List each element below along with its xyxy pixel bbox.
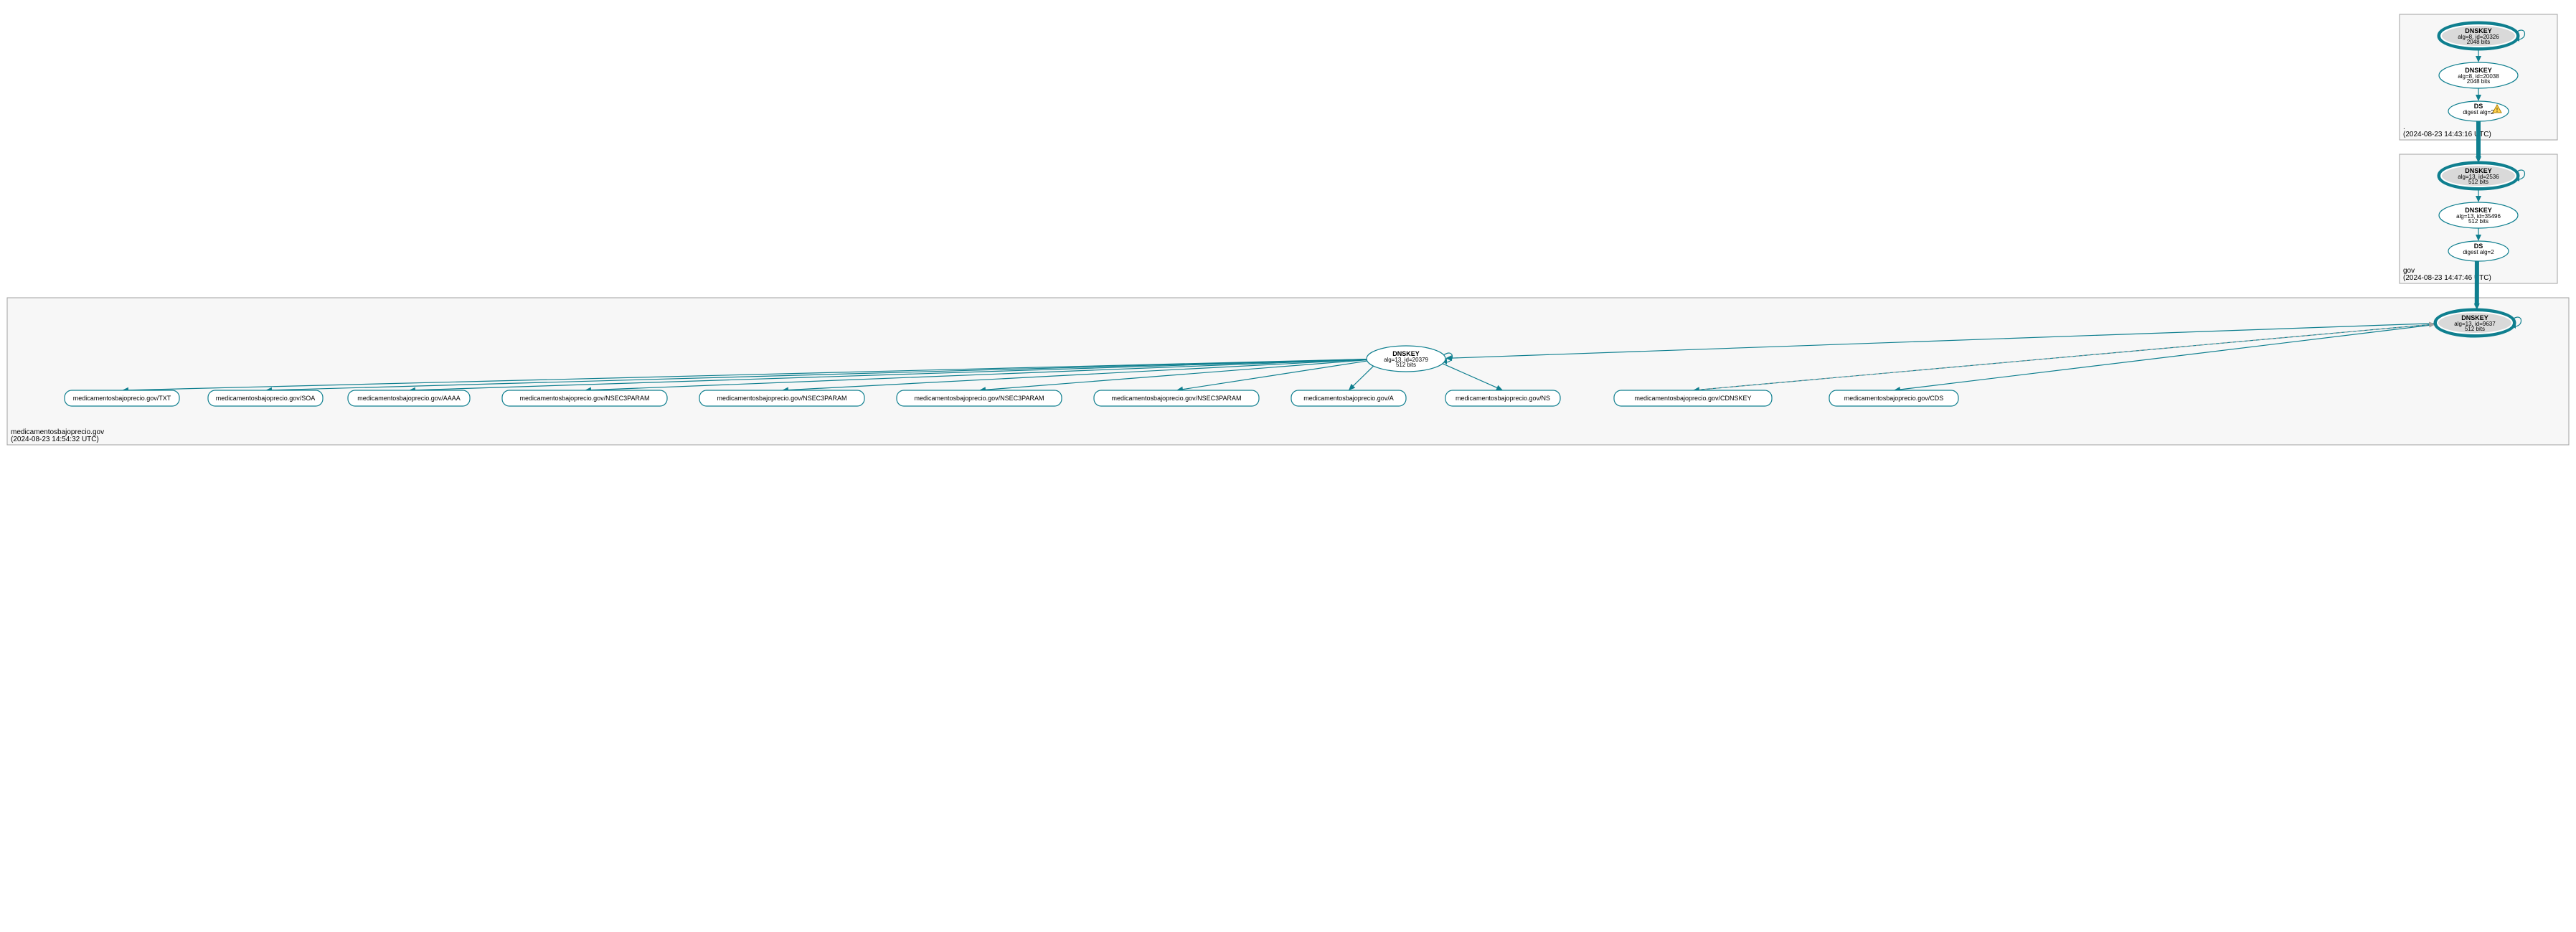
svg-text:digest alg=2: digest alg=2 [2463,109,2494,116]
svg-text:medicamentosbajoprecio.gov/AAA: medicamentosbajoprecio.gov/AAAA [357,395,461,402]
dnskey-node: DNSKEYalg=13, id=20379512 bits [1367,346,1445,372]
dnskey-node: DNSKEYalg=13, id=35496512 bits [2439,202,2518,228]
svg-text:(2024-08-23 14:54:32 UTC): (2024-08-23 14:54:32 UTC) [11,436,99,443]
svg-text:2048 bits: 2048 bits [2467,39,2490,45]
svg-text:digest alg=2: digest alg=2 [2463,249,2494,255]
svg-text:medicamentosbajoprecio.gov/NS: medicamentosbajoprecio.gov/NS [1456,395,1550,402]
svg-text:medicamentosbajoprecio.gov/CDN: medicamentosbajoprecio.gov/CDNSKEY [1634,395,1751,402]
svg-text:medicamentosbajoprecio.gov/CDS: medicamentosbajoprecio.gov/CDS [1844,395,1944,402]
svg-text:2048 bits: 2048 bits [2467,78,2490,85]
dnssec-graph: .(2024-08-23 14:43:16 UTC)gov(2024-08-23… [0,0,2576,932]
svg-text:512 bits: 512 bits [1396,362,1416,368]
dnskey-node: DNSKEYalg=13, id=2536512 bits [2439,163,2518,189]
svg-text:medicamentosbajoprecio.gov/NSE: medicamentosbajoprecio.gov/NSEC3PARAM [717,395,847,402]
dnskey-node: DNSKEYalg=13, id=9637512 bits [2435,310,2514,336]
svg-text:medicamentosbajoprecio.gov/TXT: medicamentosbajoprecio.gov/TXT [73,395,171,402]
svg-text:!: ! [2496,107,2498,113]
ds-node: DSdigest alg=2 [2448,241,2509,261]
svg-text:medicamentosbajoprecio.gov/A: medicamentosbajoprecio.gov/A [1303,395,1394,402]
dnskey-node: DNSKEYalg=8, id=200382048 bits [2439,62,2518,88]
svg-text:medicamentosbajoprecio.gov/NSE: medicamentosbajoprecio.gov/NSEC3PARAM [915,395,1044,402]
svg-text:medicamentosbajoprecio.gov/NSE: medicamentosbajoprecio.gov/NSEC3PARAM [1112,395,1242,402]
svg-text:medicamentosbajoprecio.gov/NSE: medicamentosbajoprecio.gov/NSEC3PARAM [520,395,650,402]
svg-text:512 bits: 512 bits [2465,326,2485,332]
dnskey-node: DNSKEYalg=8, id=203262048 bits [2439,23,2518,49]
svg-text:medicamentosbajoprecio.gov/SOA: medicamentosbajoprecio.gov/SOA [216,395,316,402]
svg-text:512 bits: 512 bits [2468,179,2488,185]
svg-text:512 bits: 512 bits [2468,218,2488,225]
ds-node: DSdigest alg=2! [2448,101,2509,121]
zone-box [7,298,2569,445]
